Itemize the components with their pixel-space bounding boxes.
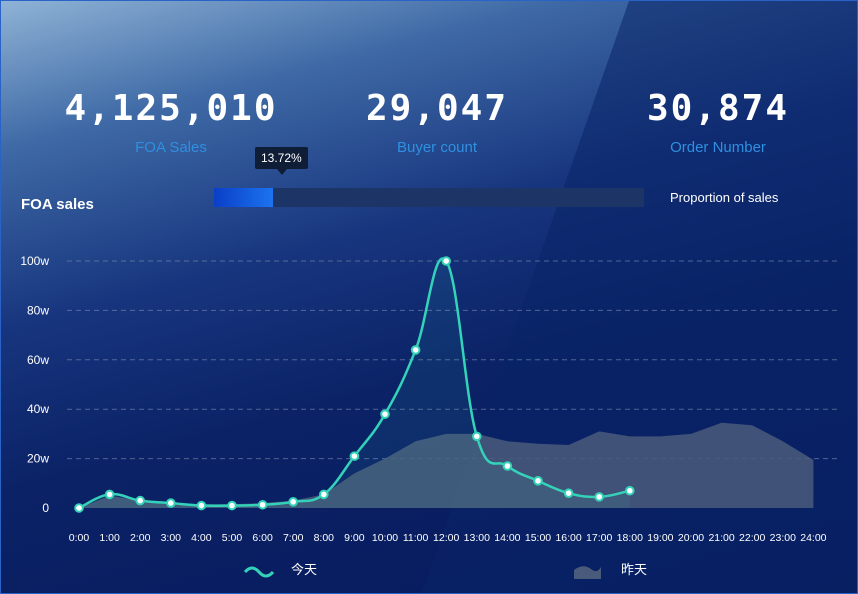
x-tick-label: 1:00 [99, 532, 120, 544]
x-tick-label: 7:00 [283, 532, 304, 544]
today-data-point [349, 451, 360, 461]
legend-today-label: 今天 [291, 562, 317, 577]
today-data-point [441, 256, 452, 266]
x-tick-label: 8:00 [314, 532, 335, 544]
today-data-point [135, 495, 145, 506]
today-data-point [227, 500, 237, 511]
x-tick-label: 16:00 [555, 532, 581, 544]
sales-dashboard-panel: 4,125,010 FOA Sales 29,047 Buyer count 3… [0, 0, 858, 594]
y-tick-label: 80w [27, 303, 49, 317]
x-tick-label: 15:00 [525, 532, 551, 544]
x-tick-label: 24:00 [800, 532, 826, 544]
x-tick-label: 10:00 [372, 532, 398, 544]
legend-yesterday-icon [574, 566, 601, 579]
x-tick-label: 19:00 [647, 532, 673, 544]
today-data-point [257, 499, 268, 510]
x-tick-label: 2:00 [130, 532, 151, 544]
today-data-point [594, 492, 605, 502]
x-tick-label: 13:00 [464, 532, 490, 544]
today-data-point [410, 345, 421, 355]
y-tick-label: 20w [27, 452, 49, 466]
today-data-point [502, 461, 513, 471]
today-data-point [380, 409, 390, 419]
x-tick-label: 0:00 [69, 532, 90, 544]
x-tick-label: 21:00 [708, 532, 734, 544]
x-tick-label: 4:00 [191, 532, 212, 544]
sales-line-chart: 0 20w 40w 60w 80w 100w 0:00 1:00 2:00 3:00 4:00 5:0… [20, 254, 839, 579]
y-tick-label: 100w [20, 254, 49, 268]
today-data-point [472, 431, 482, 442]
x-tick-label: 20:00 [678, 532, 704, 544]
today-data-point [319, 489, 329, 500]
y-tick-label: 60w [27, 353, 49, 367]
today-data-point [288, 497, 299, 507]
x-tick-label: 12:00 [433, 532, 459, 544]
today-data-point [104, 489, 115, 500]
today-data-point [74, 503, 84, 513]
x-tick-label: 5:00 [222, 532, 243, 544]
x-tick-label: 22:00 [739, 532, 765, 544]
x-tick-label: 3:00 [161, 532, 182, 544]
x-tick-label: 17:00 [586, 532, 612, 544]
x-tick-label: 9:00 [344, 532, 365, 544]
today-data-point [563, 488, 574, 498]
today-data-point [166, 498, 176, 508]
x-tick-label: 6:00 [252, 532, 273, 544]
y-tick-label: 40w [27, 402, 49, 416]
x-tick-label: 14:00 [494, 532, 520, 544]
x-tick-label: 23:00 [770, 532, 796, 544]
x-tick-label: 11:00 [403, 532, 429, 544]
legend-yesterday-label: 昨天 [621, 562, 647, 577]
x-tick-label: 18:00 [617, 532, 643, 544]
today-data-point [625, 485, 635, 496]
chart-legend: 今天 昨天 [243, 562, 647, 579]
today-data-point [533, 476, 543, 486]
y-tick-label: 0 [42, 501, 49, 515]
today-data-point [196, 500, 207, 511]
legend-today-icon [243, 566, 275, 578]
